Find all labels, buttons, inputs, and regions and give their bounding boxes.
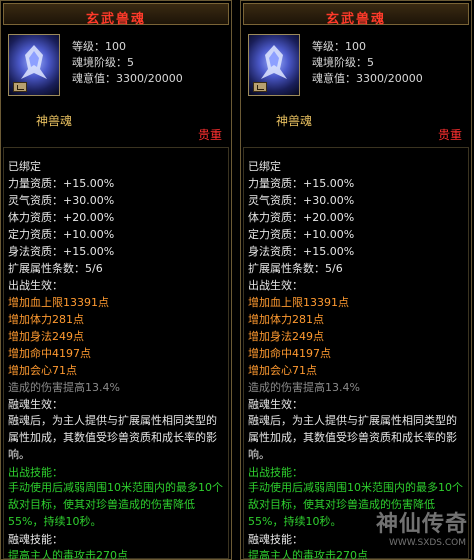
fusion-skill-description: 提高主人的毒攻击270点 [8,549,128,560]
bound-badge-icon [253,82,267,92]
aptitude-line: 定力资质：+10.00% [8,228,115,241]
aptitude-line: 扩展属性条数：5/6 [8,262,103,275]
aptitude-line: 身法资质：+15.00% [8,245,115,258]
bound-status: 已绑定 [248,160,281,173]
bound-badge-icon [13,82,27,92]
item-tooltip-left: 玄武兽魂 等级：100 魂境阶级：5 魂意值：3300/20000 神兽魂 贵重… [0,0,232,560]
battle-skill-description: 手动使用后减弱周围10米范围内的最多10个敌对目标，使其对珍兽造成的伤害降低55… [8,481,223,528]
will-stat: 魂意值：3300/20000 [72,72,183,85]
battle-skill-description: 手动使用后减弱周围10米范围内的最多10个敌对目标，使其对珍兽造成的伤害降低55… [248,481,463,528]
battle-effect: 增加命中4197点 [248,347,331,360]
battle-skill-header: 出战技能： [248,466,303,479]
fusion-header: 融魂生效： [248,398,303,411]
battle-effect: 增加命中4197点 [8,347,91,360]
battle-effect: 增加体力281点 [248,313,324,326]
rarity-label: 贵重 [437,128,462,142]
aptitude-line: 体力资质：+20.00% [248,211,355,224]
item-title: 玄武兽魂 [85,12,146,27]
title-bar: 玄武兽魂 [243,3,469,27]
fusion-skill-description: 提高主人的毒攻击270点 [248,549,368,560]
title-bar: 玄武兽魂 [3,3,229,27]
tooltip-comparison: 玄武兽魂 等级：100 魂境阶级：5 魂意值：3300/20000 神兽魂 贵重… [0,0,474,560]
stage-stat: 魂境阶级：5 [312,56,374,69]
battle-effect: 增加血上限13391点 [8,296,109,309]
aptitude-line: 体力资质：+20.00% [8,211,115,224]
beast-soul-icon [248,34,300,96]
damage-bonus: 造成的伤害提高13.4% [8,381,120,394]
battle-effect: 增加身法249点 [248,330,324,343]
battle-effect: 增加会心71点 [248,364,317,377]
battle-effect: 增加血上限13391点 [248,296,349,309]
aptitude-line: 灵气资质：+30.00% [8,194,115,207]
aptitude-line: 扩展属性条数：5/6 [248,262,343,275]
fusion-description: 融魂后，为主人提供与扩展属性相同类型的属性加成，其数值受珍兽资质和成长率的影响。 [248,414,457,461]
soul-type: 神兽魂 [36,114,73,128]
fusion-header: 融魂生效： [8,398,63,411]
item-title: 玄武兽魂 [325,12,386,27]
fusion-skill-header: 融魂技能： [8,533,63,546]
aptitude-line: 身法资质：+15.00% [248,245,355,258]
aptitude-line: 力量资质：+15.00% [8,177,115,190]
battle-effect: 增加身法249点 [8,330,84,343]
battle-effect-header: 出战生效： [8,279,63,292]
will-stat: 魂意值：3300/20000 [312,72,423,85]
bound-status: 已绑定 [8,160,41,173]
damage-bonus: 造成的伤害提高13.4% [248,381,360,394]
battle-effect: 增加体力281点 [8,313,84,326]
fusion-skill-header: 融魂技能： [248,533,303,546]
aptitude-line: 定力资质：+10.00% [248,228,355,241]
stage-stat: 魂境阶级：5 [72,56,134,69]
aptitude-line: 力量资质：+15.00% [248,177,355,190]
soul-type: 神兽魂 [276,114,313,128]
beast-soul-icon [8,34,60,96]
fusion-description: 融魂后，为主人提供与扩展属性相同类型的属性加成，其数值受珍兽资质和成长率的影响。 [8,414,217,461]
battle-skill-header: 出战技能： [8,466,63,479]
level-stat: 等级：100 [72,40,126,53]
description-box: 已绑定 力量资质：+15.00% 灵气资质：+30.00% 体力资质：+20.0… [3,147,229,560]
item-tooltip-right: 玄武兽魂 等级：100 魂境阶级：5 魂意值：3300/20000 神兽魂 贵重… [240,0,472,560]
aptitude-line: 灵气资质：+30.00% [248,194,355,207]
description-box: 已绑定 力量资质：+15.00% 灵气资质：+30.00% 体力资质：+20.0… [243,147,469,560]
battle-effect-header: 出战生效： [248,279,303,292]
level-stat: 等级：100 [312,40,366,53]
rarity-label: 贵重 [197,128,222,142]
battle-effect: 增加会心71点 [8,364,77,377]
